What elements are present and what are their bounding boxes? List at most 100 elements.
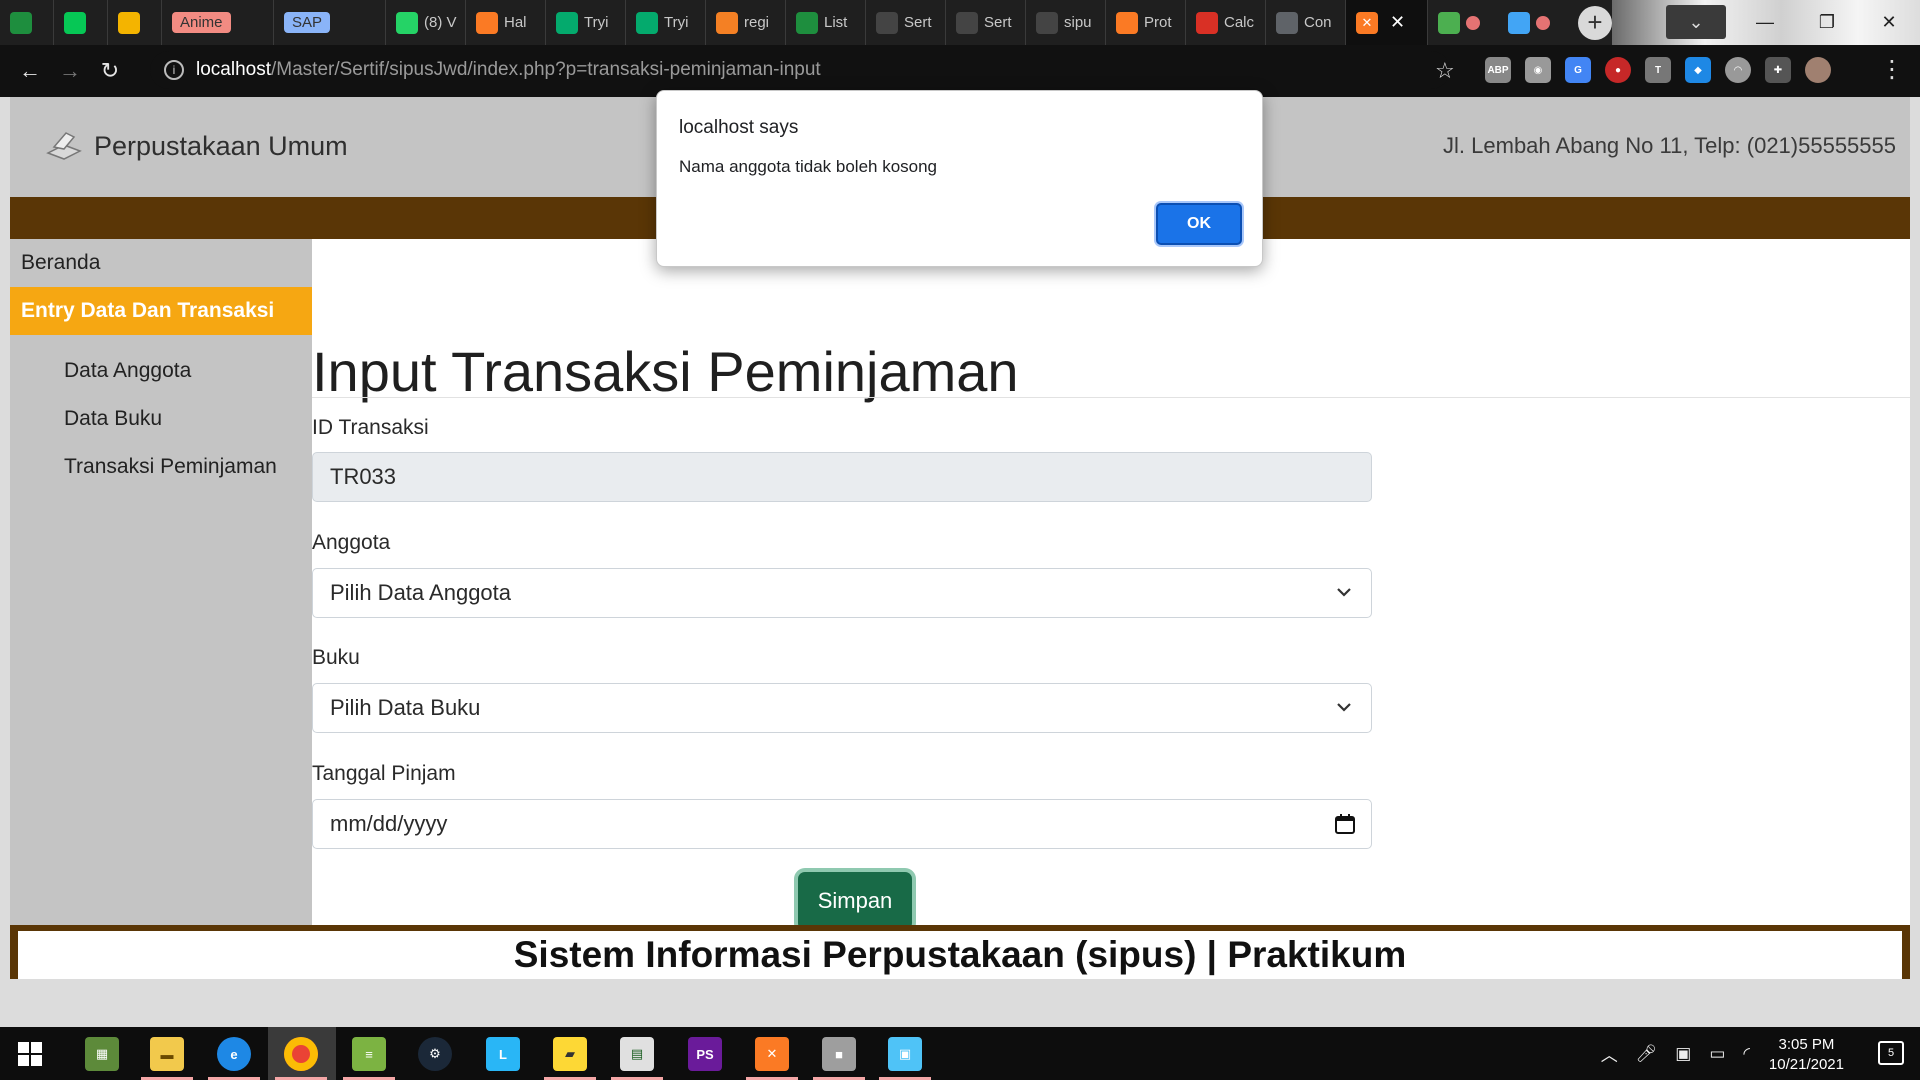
id-transaksi-value: TR033	[330, 464, 397, 489]
steam-icon[interactable]: ⚙	[418, 1037, 452, 1071]
photos-icon[interactable]: ▣	[888, 1037, 922, 1071]
notification-count: 5	[1887, 1047, 1895, 1059]
chevron-down-icon	[1337, 703, 1351, 712]
tab-title: (8) V	[424, 14, 457, 31]
browser-tab[interactable]: Hal	[466, 0, 546, 45]
alert-dialog: localhost says Nama anggota tidak boleh …	[656, 90, 1263, 267]
google-drive-icon	[118, 11, 140, 34]
wifi-icon[interactable]: ◜	[1743, 1044, 1750, 1064]
bookmark-star-icon[interactable]: ☆	[1435, 58, 1455, 84]
edge-icon[interactable]: e	[217, 1037, 251, 1071]
reload-icon[interactable]: ↻	[90, 58, 130, 84]
browser-tab[interactable]: Tryi	[546, 0, 626, 45]
bluestacks-icon[interactable]: ≡	[352, 1037, 386, 1071]
browser-tab[interactable]	[54, 0, 108, 45]
chrome-icon[interactable]	[284, 1037, 318, 1071]
browser-tab[interactable]	[108, 0, 162, 45]
close-tab-icon[interactable]: ✕	[1390, 12, 1405, 33]
camera-extension-icon[interactable]: ◉	[1525, 57, 1551, 83]
browser-tab[interactable]: Sert	[866, 0, 946, 45]
browser-tab[interactable]: Calc	[1186, 0, 1266, 45]
xampp-icon	[1116, 11, 1138, 34]
sidebar-item-transaksi-peminjaman[interactable]: Transaksi Peminjaman	[64, 455, 277, 479]
tab-colored-apps-2[interactable]	[1498, 0, 1568, 45]
browser-tab[interactable]: Con	[1266, 0, 1346, 45]
address-bar[interactable]: i localhost/Master/Sertif/sipusJwd/index…	[150, 51, 1450, 89]
monitor-icon[interactable]: ▣	[1675, 1044, 1691, 1064]
tab-title: Tryi	[584, 14, 609, 31]
site-brand[interactable]: Perpustakaan Umum	[44, 129, 348, 163]
buku-select[interactable]: Pilih Data Buku	[312, 683, 1372, 733]
tab-title: Prot	[1144, 14, 1172, 31]
browser-tab[interactable]: (8) V	[386, 0, 466, 45]
xampp-icon: ✕	[1356, 11, 1378, 34]
anggota-label: Anggota	[312, 531, 391, 554]
translate-extension-icon[interactable]: G	[1565, 57, 1591, 83]
clock-time: 3:05 PM	[1778, 1036, 1835, 1053]
xampp-icon[interactable]: ✕	[755, 1037, 789, 1071]
forward-icon[interactable]: →	[50, 58, 90, 84]
sticky-notes-icon[interactable]: ▰	[553, 1037, 587, 1071]
notification-center-icon[interactable]: 5	[1878, 1041, 1904, 1065]
tab-group-chip[interactable]: SAP	[284, 12, 331, 33]
dialog-ok-button[interactable]: OK	[1156, 203, 1242, 245]
clock-date: 10/21/2021	[1768, 1056, 1844, 1073]
windows-taskbar: ▦ ▬ e ≡ ⚙ L ▰ ▤ PS ✕ ■ ▣ ︿ 🎤︎ ▣ ▭ ◜ 3:05…	[0, 1027, 1920, 1080]
browser-tab[interactable]: Sert	[946, 0, 1026, 45]
chevron-down-icon	[1337, 588, 1351, 597]
dialog-message: Nama anggota tidak boleh kosong	[679, 157, 938, 176]
show-hidden-icons-chevron-icon[interactable]: ︿	[1601, 1041, 1618, 1066]
system-clock[interactable]: 3:05 PM 10/21/2021	[1769, 1035, 1844, 1075]
window-app-icon[interactable]: ■	[822, 1037, 856, 1071]
close-window-icon[interactable]: ✕	[1858, 0, 1920, 45]
notepad-icon[interactable]: ▤	[620, 1037, 654, 1071]
minimize-icon[interactable]: —	[1734, 0, 1796, 45]
system-tray: ︿ 🎤︎ ▣ ▭ ◜	[1601, 1027, 1750, 1080]
sheets-plus-icon	[796, 11, 818, 34]
site-footer: Sistem Informasi Perpustakaan (sipus) | …	[10, 925, 1910, 979]
back-icon[interactable]: ←	[10, 58, 50, 84]
tab-search-icon[interactable]: ⌄	[1666, 5, 1726, 39]
anggota-select[interactable]: Pilih Data Anggota	[312, 568, 1372, 618]
browser-tab[interactable]: regi	[706, 0, 786, 45]
sidebar-item-beranda[interactable]: Beranda	[10, 239, 312, 287]
tab-colored-apps[interactable]	[1428, 0, 1498, 45]
main-content: Input Transaksi Peminjaman ID Transaksi …	[312, 239, 1910, 979]
maximize-icon[interactable]: ❐	[1796, 0, 1858, 45]
l-app-icon[interactable]: L	[486, 1037, 520, 1071]
tanggal-pinjam-input[interactable]: mm/dd/yyyy	[312, 799, 1372, 849]
sidebar-item-data-buku[interactable]: Data Buku	[64, 407, 162, 431]
t-extension-icon[interactable]: T	[1645, 57, 1671, 83]
buku-selected-value: Pilih Data Buku	[330, 695, 481, 720]
browser-tab[interactable]: Anime	[162, 0, 274, 45]
page-title: Input Transaksi Peminjaman	[312, 340, 1019, 403]
site-info-icon[interactable]: i	[164, 60, 184, 80]
browser-tab[interactable]: sipu	[1026, 0, 1106, 45]
arc-extension-icon[interactable]: ◠	[1725, 57, 1751, 83]
color-extension-icon[interactable]: ◆	[1685, 57, 1711, 83]
sidebar-item-data-anggota[interactable]: Data Anggota	[64, 359, 191, 383]
tab-active[interactable]: ✕ ✕	[1346, 0, 1428, 45]
puzzle-extensions-icon[interactable]: ✚	[1765, 57, 1791, 83]
simpan-button[interactable]: Simpan	[798, 872, 912, 930]
chrome-menu-icon[interactable]: ⋮	[1880, 55, 1904, 84]
tab-group-chip[interactable]: Anime	[172, 12, 231, 33]
browser-tab[interactable]: SAP	[274, 0, 386, 45]
microphone-icon[interactable]: 🎤︎	[1636, 1044, 1658, 1064]
browser-tab[interactable]	[0, 0, 54, 45]
battery-icon[interactable]: ▭	[1709, 1044, 1725, 1064]
browser-tab[interactable]: Prot	[1106, 0, 1186, 45]
windows-start-icon[interactable]	[18, 1042, 42, 1066]
calendar-icon[interactable]	[1333, 812, 1357, 836]
t-icon	[1276, 11, 1298, 34]
sidebar-section-entry-data[interactable]: Entry Data Dan Transaksi	[10, 287, 312, 335]
record-extension-icon[interactable]: ●	[1605, 57, 1631, 83]
minecraft-icon[interactable]: ▦	[85, 1037, 119, 1071]
new-tab-button[interactable]: +	[1578, 5, 1612, 40]
browser-tab[interactable]: Tryi	[626, 0, 706, 45]
adblock-extension-icon[interactable]: ABP	[1485, 57, 1511, 83]
profile-avatar[interactable]	[1805, 57, 1831, 83]
file-explorer-icon[interactable]: ▬	[150, 1037, 184, 1071]
browser-tab[interactable]: List	[786, 0, 866, 45]
phpstorm-icon[interactable]: PS	[688, 1037, 722, 1071]
